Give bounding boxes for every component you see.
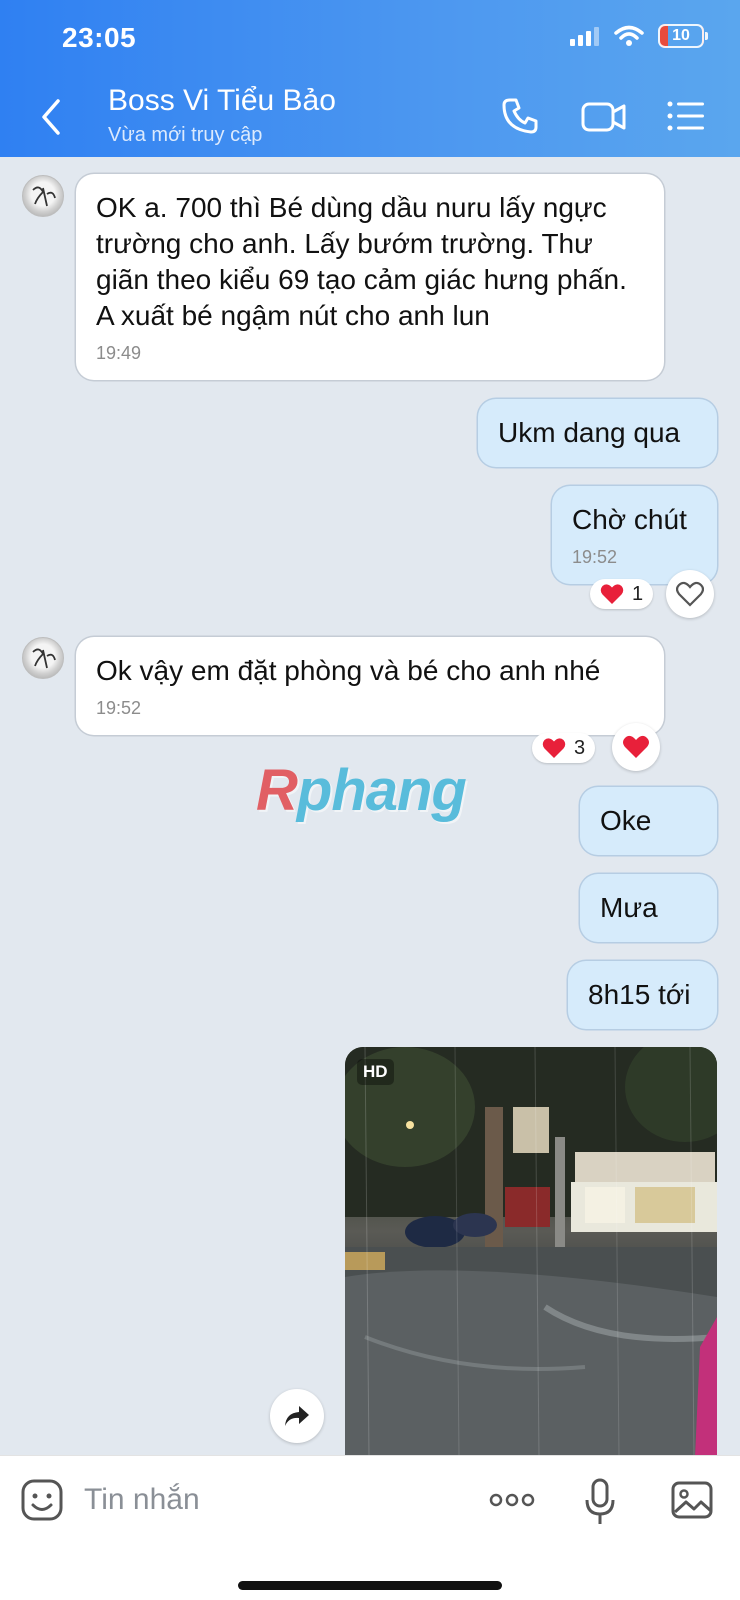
battery-icon: 10 xyxy=(658,24,708,48)
contact-name[interactable]: Boss Vi Tiểu Bảo xyxy=(108,84,336,118)
message-text: OK a. 700 thì Bé dùng dầu nuru lấy ngực … xyxy=(96,192,627,331)
forward-button[interactable] xyxy=(270,1389,324,1443)
hd-badge: HD xyxy=(357,1059,394,1085)
message-bubble-outgoing[interactable]: Mưa xyxy=(580,874,717,942)
home-indicator xyxy=(238,1581,502,1590)
react-button[interactable] xyxy=(666,570,714,618)
message-text: 8h15 tới xyxy=(588,979,691,1010)
avatar-signature-image xyxy=(32,186,56,207)
video-call-icon[interactable] xyxy=(580,96,628,136)
message-text: Mưa xyxy=(600,892,658,923)
rainy-street-photo xyxy=(345,1047,717,1455)
heart-outline-icon xyxy=(676,581,704,607)
image-gallery-icon[interactable] xyxy=(670,1478,714,1522)
status-bar-time: 23:05 xyxy=(62,22,137,53)
message-bubble-outgoing[interactable]: Ukm dang qua xyxy=(478,399,717,467)
watermark-logo: Rphang xyxy=(256,757,467,824)
message-text: Ok vậy em đặt phòng và bé cho anh nhé xyxy=(96,655,601,686)
message-bubble-incoming[interactable]: OK a. 700 thì Bé dùng dầu nuru lấy ngực … xyxy=(76,174,664,380)
heart-icon xyxy=(600,584,624,604)
heart-icon xyxy=(623,735,649,758)
watermark-rest: phang xyxy=(296,758,467,823)
message-text: Chờ chút xyxy=(572,504,687,535)
message-time: 19:52 xyxy=(572,547,618,567)
message-bubble-outgoing[interactable]: 8h15 tới xyxy=(568,961,717,1029)
status-bar-icons: 10 xyxy=(570,24,708,48)
message-composer xyxy=(0,1455,740,1600)
message-input[interactable] xyxy=(84,1478,464,1522)
microphone-icon[interactable] xyxy=(584,1478,616,1526)
message-bubble-incoming[interactable]: Ok vậy em đặt phòng và bé cho anh nhé 19… xyxy=(76,637,664,735)
forward-arrow-icon xyxy=(285,1406,309,1426)
wifi-icon xyxy=(614,25,644,46)
reaction-count: 1 xyxy=(632,582,644,605)
message-list[interactable]: OK a. 700 thì Bé dùng dầu nuru lấy ngực … xyxy=(0,157,740,1455)
contact-avatar[interactable] xyxy=(22,175,64,217)
back-arrow-icon[interactable] xyxy=(36,97,66,137)
phone-call-icon[interactable] xyxy=(500,96,540,136)
message-bubble-outgoing[interactable]: Oke xyxy=(580,787,717,855)
contact-avatar[interactable] xyxy=(22,637,64,679)
reaction-summary[interactable]: 3 xyxy=(532,733,596,763)
react-button[interactable] xyxy=(612,723,660,771)
contact-status: Vừa mới truy cập xyxy=(108,124,263,146)
sticker-emoji-icon[interactable] xyxy=(20,1478,64,1522)
photo-message[interactable]: HD xyxy=(345,1047,717,1455)
message-time: 19:49 xyxy=(96,343,142,363)
message-text: Ukm dang qua xyxy=(498,417,681,448)
message-time: 19:52 xyxy=(96,698,142,718)
reaction-count: 3 xyxy=(574,736,586,759)
menu-list-icon[interactable] xyxy=(666,96,706,136)
heart-icon xyxy=(542,738,566,758)
reaction-summary[interactable]: 1 xyxy=(590,579,654,609)
avatar-signature-image xyxy=(32,648,56,669)
watermark-first-letter: R xyxy=(256,758,298,823)
message-text: Oke xyxy=(600,805,652,836)
more-options-icon[interactable] xyxy=(488,1478,536,1522)
chat-header: 23:05 10 Boss Vi Tiểu Bảo Vừa mới truy c… xyxy=(0,0,740,157)
battery-level: 10 xyxy=(672,27,690,44)
cellular-signal-icon xyxy=(570,27,599,46)
